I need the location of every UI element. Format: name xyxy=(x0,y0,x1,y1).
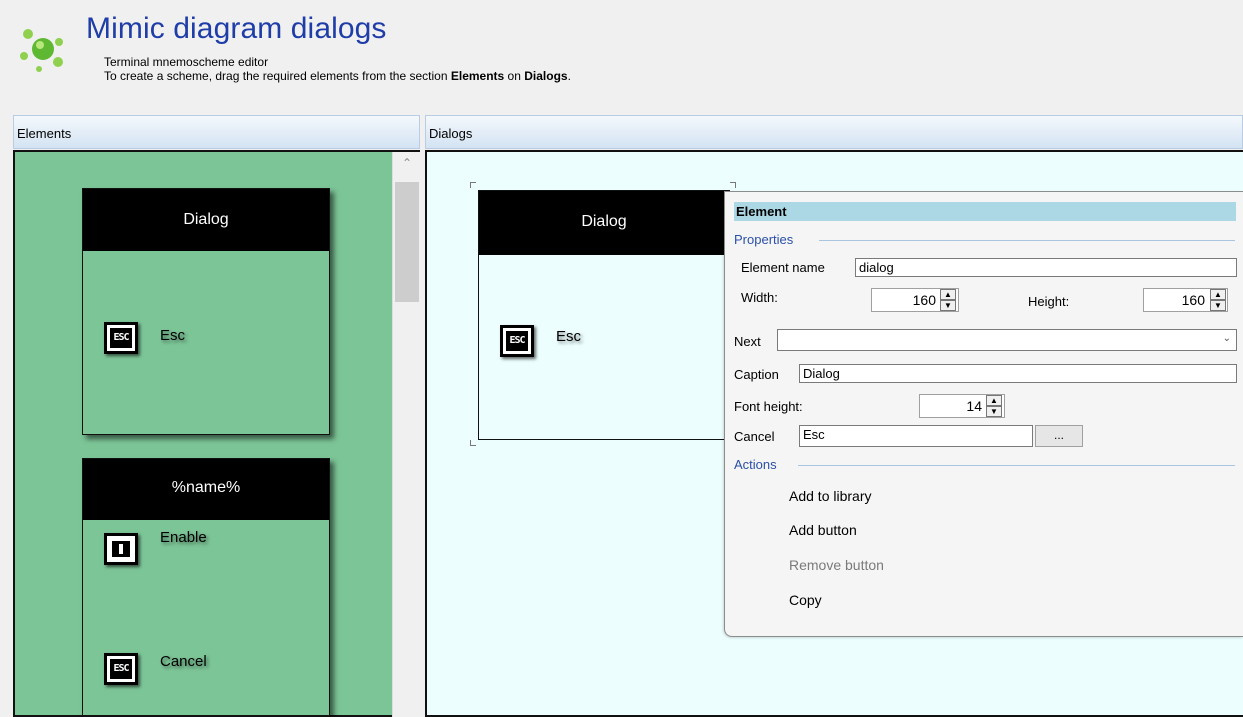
spin-down-icon[interactable]: ▼ xyxy=(940,300,956,311)
esc-icon: ESC xyxy=(104,322,138,354)
cancel-field[interactable]: Esc xyxy=(799,425,1033,447)
elements-panel-header: Elements xyxy=(13,115,420,149)
add-button-action[interactable]: Add button xyxy=(789,522,857,538)
element-name-field[interactable]: dialog xyxy=(855,258,1237,277)
caption-field[interactable]: Dialog xyxy=(799,364,1237,383)
selection-handle-top-right[interactable] xyxy=(730,182,736,188)
spin-up-icon[interactable]: ▲ xyxy=(986,395,1002,406)
width-label: Width: xyxy=(741,290,778,305)
spin-down-icon[interactable]: ▼ xyxy=(986,406,1002,417)
height-spinner[interactable]: ▲ ▼ xyxy=(1210,289,1226,311)
spin-down-icon[interactable]: ▼ xyxy=(1210,300,1226,311)
copy-action[interactable]: Copy xyxy=(789,592,822,608)
elements-scrollbar[interactable]: ⌃ xyxy=(392,152,420,717)
library-cancel-button-label: Cancel xyxy=(160,653,207,670)
actions-section-label: Actions xyxy=(734,457,777,472)
width-spinner[interactable]: ▲ ▼ xyxy=(940,289,956,311)
cancel-browse-button[interactable]: ... xyxy=(1035,425,1083,447)
remove-button-action[interactable]: Remove button xyxy=(789,557,884,573)
add-to-library-action[interactable]: Add to library xyxy=(789,488,871,504)
library-named-dialog-item[interactable]: %name% Enable ESC Cancel xyxy=(82,458,330,717)
font-height-spinner[interactable]: ▲ ▼ xyxy=(986,395,1002,417)
page-instruction: To create a scheme, drag the required el… xyxy=(104,69,571,83)
dialogs-panel-header: Dialogs xyxy=(425,115,1243,149)
scrollbar-thumb[interactable] xyxy=(395,182,419,302)
app-window: Mimic diagram dialogs Terminal mnemosche… xyxy=(0,0,1243,717)
chevron-down-icon[interactable]: ⌄ xyxy=(1223,333,1231,344)
page-subtitle: Terminal mnemoscheme editor xyxy=(104,55,269,69)
library-dialog-header: Dialog xyxy=(83,189,329,251)
esc-icon: ESC xyxy=(104,653,138,685)
section-divider xyxy=(798,465,1235,466)
selection-handle-bottom-left[interactable] xyxy=(470,440,476,446)
app-logo-icon xyxy=(20,29,63,72)
scroll-up-arrow-icon[interactable]: ⌃ xyxy=(393,156,421,178)
properties-section-label: Properties xyxy=(734,232,794,247)
next-select[interactable]: ⌄ xyxy=(777,329,1237,351)
spin-up-icon[interactable]: ▲ xyxy=(940,289,956,300)
cancel-label: Cancel xyxy=(734,429,775,444)
next-label: Next xyxy=(734,334,761,349)
canvas-dialog-header: Dialog xyxy=(479,191,729,255)
library-dialog-button-label: Esc xyxy=(160,327,186,344)
properties-title: Element xyxy=(734,202,1236,221)
height-label: Height: xyxy=(1028,294,1070,309)
selection-handle-top-left[interactable] xyxy=(470,182,476,188)
library-named-dialog-header: %name% xyxy=(83,459,329,520)
page-title: Mimic diagram dialogs xyxy=(86,12,387,45)
caption-label: Caption xyxy=(734,367,779,382)
enable-icon xyxy=(104,533,138,565)
library-dialog-item[interactable]: Dialog ESC Esc xyxy=(82,188,330,435)
element-name-label: Element name xyxy=(741,260,825,275)
library-enable-button-label: Enable xyxy=(160,529,207,546)
page-header: Mimic diagram dialogs Terminal mnemosche… xyxy=(0,0,1243,96)
esc-icon: ESC xyxy=(500,325,534,357)
canvas-dialog-button-label: Esc xyxy=(556,328,582,345)
spin-up-icon[interactable]: ▲ xyxy=(1210,289,1226,300)
font-height-label: Font height: xyxy=(734,399,803,414)
section-divider xyxy=(819,240,1235,241)
canvas-dialog[interactable]: Dialog ESC Esc xyxy=(478,190,730,440)
